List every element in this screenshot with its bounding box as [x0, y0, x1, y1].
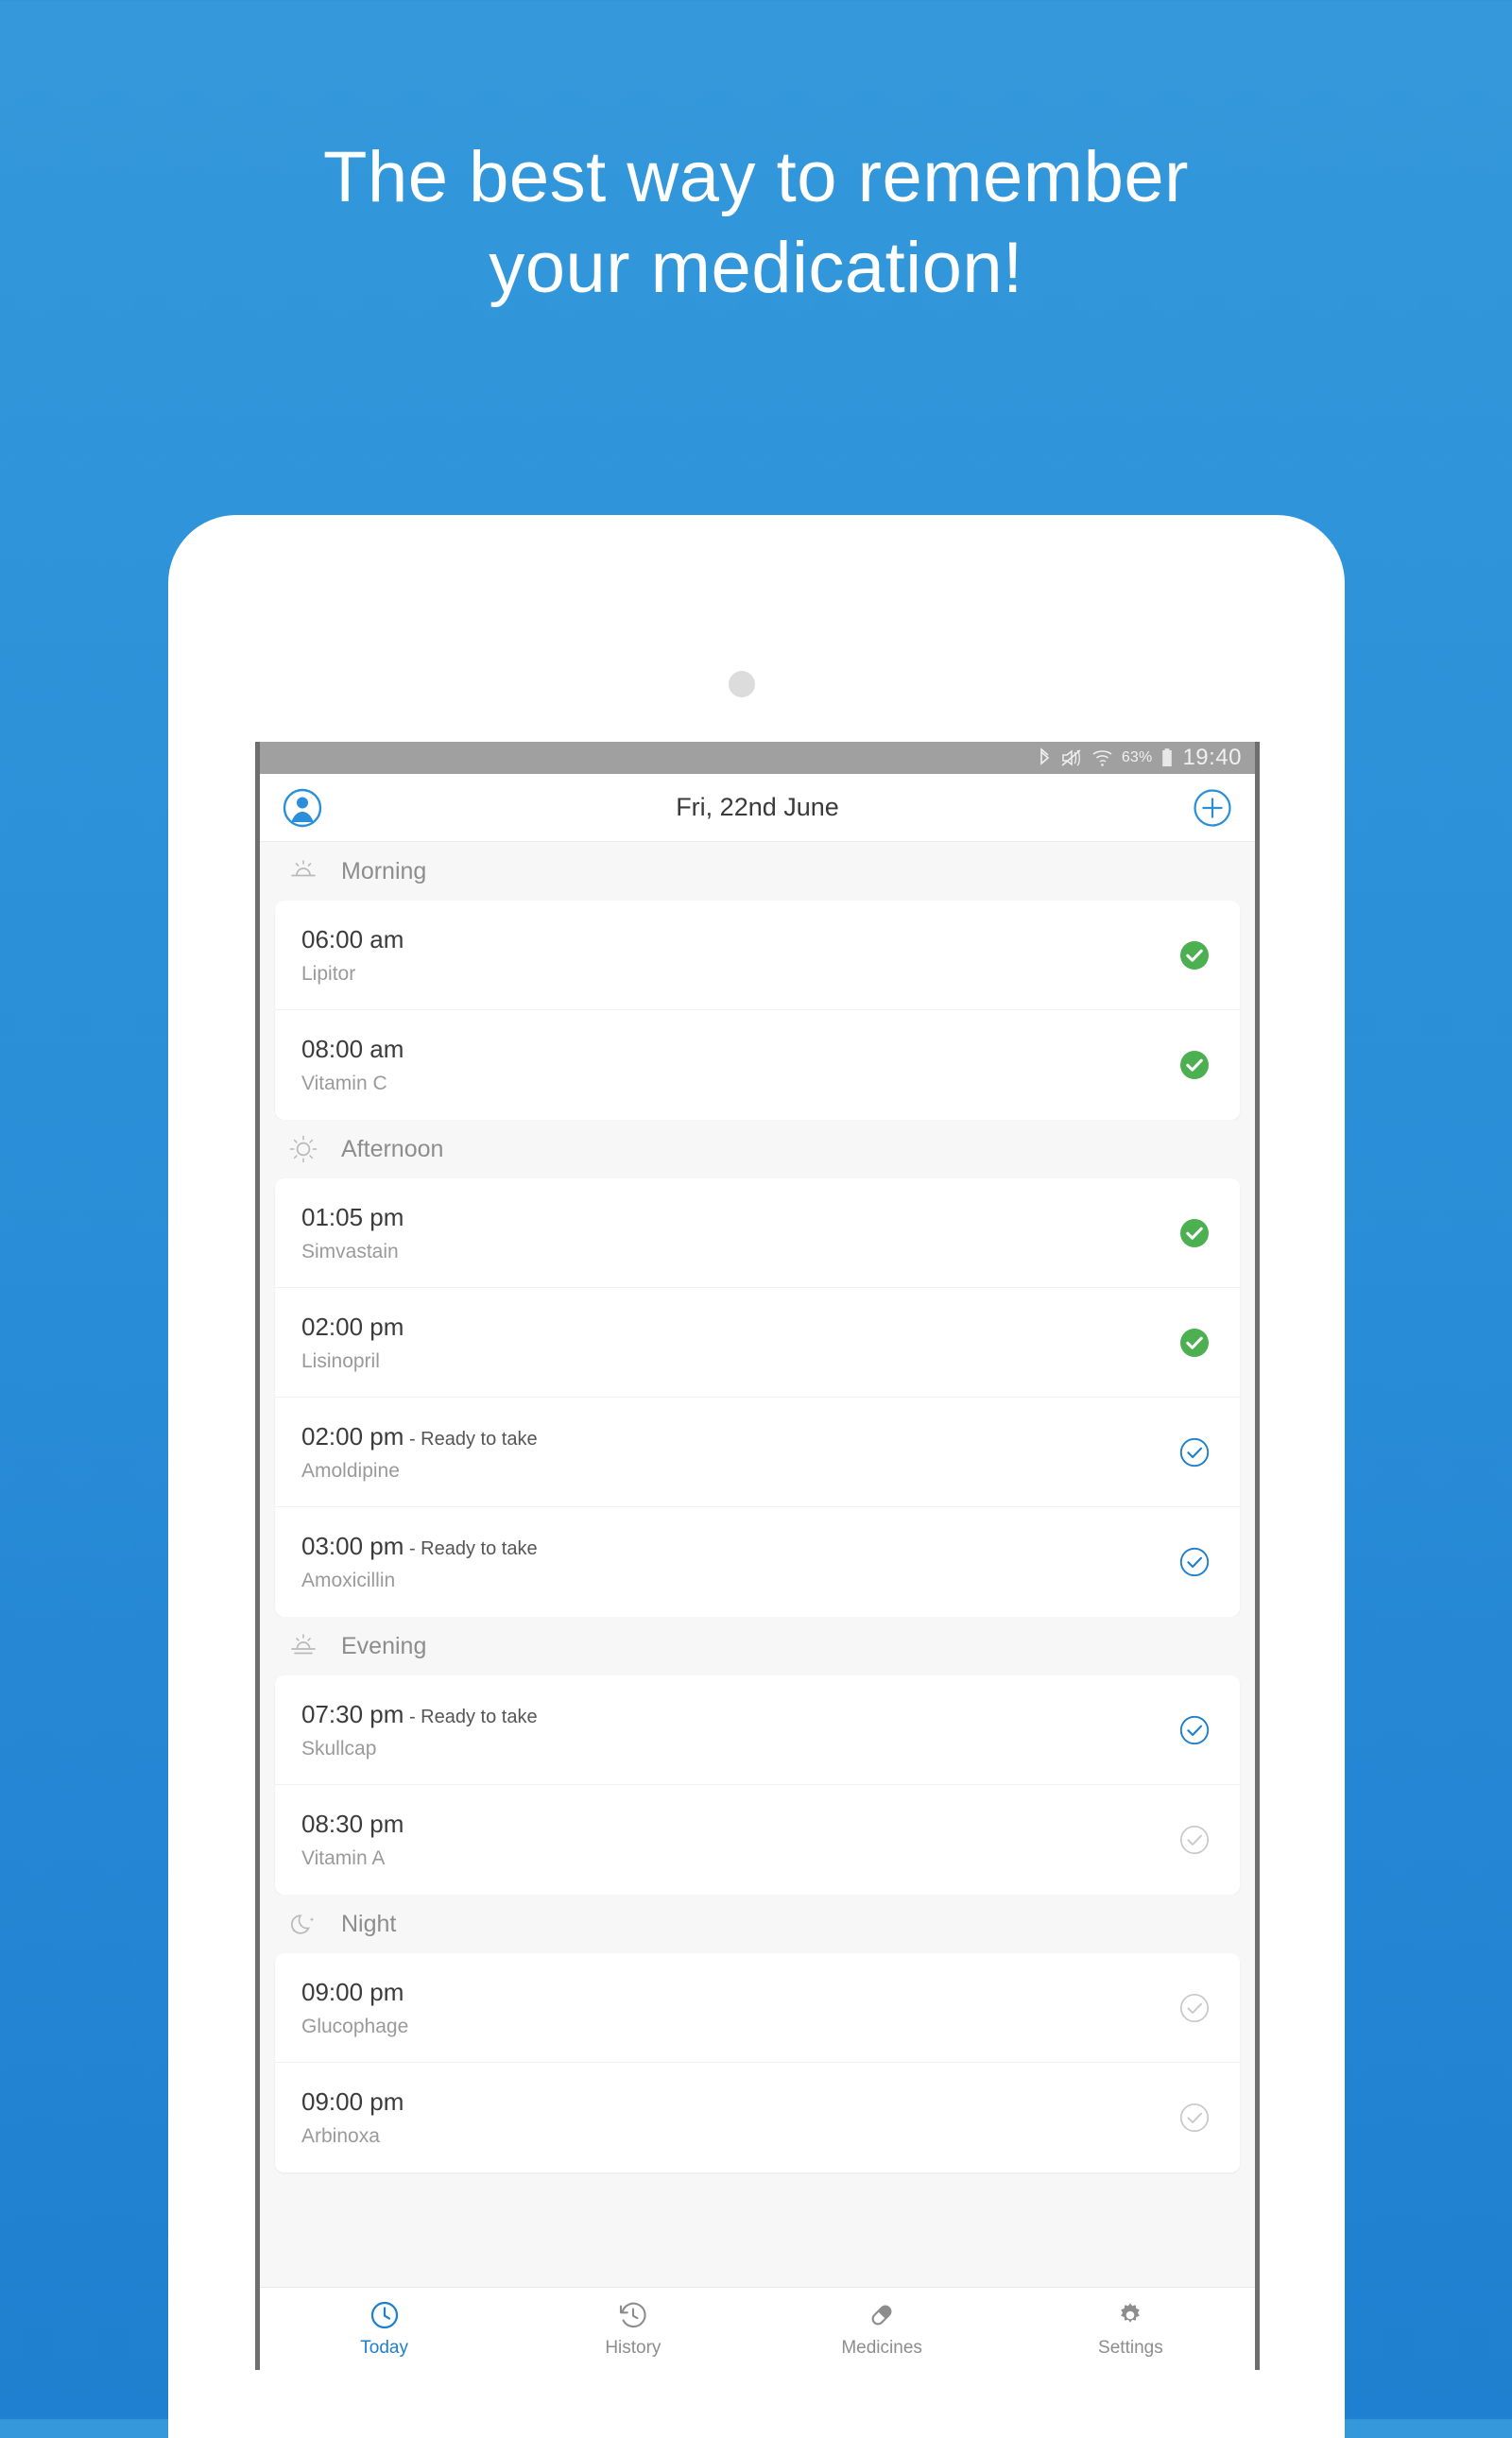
medication-status-suffix: - Ready to take — [404, 1428, 538, 1450]
medication-name: Skullcap — [301, 1737, 377, 1760]
medication-check-ready-icon[interactable] — [1176, 1434, 1213, 1471]
medication-row-texts: 03:00 pm - Ready to take Amoxicillin — [301, 1532, 538, 1592]
nav-item-history[interactable]: History — [508, 2299, 757, 2359]
nav-label: Today — [360, 2338, 408, 2358]
medication-row[interactable]: 08:00 am Vitamin C — [275, 1010, 1240, 1120]
medication-time: 08:00 am — [301, 1035, 404, 1063]
medication-row[interactable]: 09:00 pm Arbinoxa — [275, 2063, 1240, 2172]
medication-check-pending-icon[interactable] — [1176, 1989, 1213, 2027]
section-card: 09:00 pm Glucophage 09:00 pm Arbinoxa — [275, 1953, 1240, 2172]
medication-row-texts: 02:00 pm Lisinopril — [301, 1313, 404, 1373]
medication-check-taken-icon[interactable] — [1176, 1214, 1213, 1252]
plus-circle-icon[interactable] — [1191, 786, 1234, 830]
medication-check-taken-icon[interactable] — [1176, 1324, 1213, 1362]
section-header-evening: Evening — [260, 1617, 1255, 1675]
promo-headline: The best way to remember your medication… — [0, 132, 1512, 314]
medication-check-taken-icon[interactable] — [1176, 1046, 1213, 1084]
medication-row[interactable]: 08:30 pm Vitamin A — [275, 1785, 1240, 1895]
medication-name: Lisinopril — [301, 1349, 380, 1372]
medication-check-pending-icon[interactable] — [1176, 1821, 1213, 1859]
promo-line-1: The best way to remember — [323, 137, 1189, 217]
section-header-morning: Morning — [260, 842, 1255, 901]
nav-item-today[interactable]: Today — [260, 2299, 508, 2359]
medication-list[interactable]: Morning 06:00 am Lipitor 08:00 am Vitami… — [260, 842, 1255, 2287]
section-header-afternoon: Afternoon — [260, 1120, 1255, 1178]
section-header-night: Night — [260, 1895, 1255, 1953]
section-card: 07:30 pm - Ready to take Skullcap 08:30 … — [275, 1675, 1240, 1895]
nav-item-medicines[interactable]: Medicines — [758, 2299, 1006, 2359]
status-bar: 63% 19:40 — [260, 742, 1255, 774]
profile-avatar-icon[interactable] — [281, 786, 324, 830]
medication-row-texts: 09:00 pm Arbinoxa — [301, 2087, 404, 2148]
section-label: Morning — [341, 857, 427, 884]
medication-row[interactable]: 02:00 pm Lisinopril — [275, 1288, 1240, 1398]
section-label: Night — [341, 1910, 397, 1937]
section-label: Afternoon — [341, 1135, 444, 1162]
medication-time: 09:00 pm — [301, 1977, 404, 2006]
medication-check-taken-icon[interactable] — [1176, 936, 1213, 974]
medication-row-texts: 09:00 pm Glucophage — [301, 1978, 408, 2038]
medication-row-texts: 06:00 am Lipitor — [301, 925, 404, 986]
medication-name: Arbinoxa — [301, 2125, 380, 2147]
medication-name: Amoxicillin — [301, 1570, 396, 1591]
medication-row[interactable]: 09:00 pm Glucophage — [275, 1953, 1240, 2063]
phone-screen: 63% 19:40 Fri, 22nd June Morning 06:00 a… — [255, 742, 1260, 2370]
medication-row[interactable]: 06:00 am Lipitor — [275, 901, 1240, 1010]
medication-time: 07:30 pm - Ready to take — [301, 1699, 538, 1728]
medication-time: 09:00 pm — [301, 2087, 404, 2116]
medication-row-texts: 08:00 am Vitamin C — [301, 1035, 404, 1095]
promo-line-2: your medication! — [489, 227, 1023, 308]
medication-name: Simvastain — [301, 1240, 399, 1262]
sun-icon — [288, 1134, 318, 1164]
medication-row-texts: 08:30 pm Vitamin A — [301, 1810, 404, 1870]
battery-icon — [1160, 747, 1174, 768]
medication-row-texts: 02:00 pm - Ready to take Amoldipine — [301, 1422, 538, 1483]
section-card: 01:05 pm Simvastain 02:00 pm Lisinopril … — [275, 1178, 1240, 1617]
page-title: Fri, 22nd June — [676, 793, 839, 821]
battery-percent-label: 63% — [1121, 749, 1153, 765]
moon-icon — [288, 1909, 318, 1939]
medication-time: 06:00 am — [301, 924, 404, 953]
bluetooth-icon — [1038, 747, 1052, 768]
medication-name: Glucophage — [301, 2015, 409, 2037]
status-clock: 19:40 — [1182, 745, 1242, 770]
medication-check-ready-icon[interactable] — [1176, 1711, 1213, 1749]
medication-time: 02:00 pm - Ready to take — [301, 1421, 538, 1451]
nav-label: Settings — [1098, 2338, 1163, 2358]
medication-time: 08:30 pm — [301, 1810, 404, 1838]
nav-item-settings[interactable]: Settings — [1006, 2299, 1255, 2359]
clock-icon — [369, 2299, 401, 2331]
medication-name: Amoldipine — [301, 1459, 400, 1482]
wifi-icon — [1091, 747, 1113, 768]
medication-status-suffix: - Ready to take — [404, 1706, 538, 1727]
sunset-icon — [288, 1631, 318, 1661]
medication-name: Lipitor — [301, 962, 356, 985]
medication-row[interactable]: 07:30 pm - Ready to take Skullcap — [275, 1675, 1240, 1785]
medication-status-suffix: - Ready to take — [404, 1538, 538, 1559]
section-card: 06:00 am Lipitor 08:00 am Vitamin C — [275, 901, 1240, 1120]
medication-check-pending-icon[interactable] — [1176, 2099, 1213, 2137]
medication-time: 02:00 pm — [301, 1312, 404, 1341]
volume-mute-icon — [1060, 747, 1083, 768]
app-bar: Fri, 22nd June — [260, 774, 1255, 842]
medication-check-ready-icon[interactable] — [1176, 1543, 1213, 1581]
section-label: Evening — [341, 1632, 427, 1659]
medication-name: Vitamin C — [301, 1073, 387, 1094]
medication-row[interactable]: 03:00 pm - Ready to take Amoxicillin — [275, 1507, 1240, 1617]
bottom-navigation: Today History Medicines Settings — [260, 2287, 1255, 2370]
nav-label: History — [605, 2338, 662, 2358]
medication-row[interactable]: 02:00 pm - Ready to take Amoldipine — [275, 1398, 1240, 1507]
nav-label: Medicines — [841, 2338, 922, 2358]
medication-row[interactable]: 01:05 pm Simvastain — [275, 1178, 1240, 1288]
medication-name: Vitamin A — [301, 1847, 386, 1869]
pill-icon — [866, 2299, 898, 2331]
sunrise-icon — [288, 856, 318, 886]
front-camera-dot — [728, 671, 755, 697]
history-icon — [617, 2299, 649, 2331]
medication-time: 03:00 pm - Ready to take — [301, 1532, 538, 1560]
gear-icon — [1114, 2299, 1146, 2331]
medication-row-texts: 01:05 pm Simvastain — [301, 1203, 404, 1263]
medication-row-texts: 07:30 pm - Ready to take Skullcap — [301, 1700, 538, 1760]
medication-time: 01:05 pm — [301, 1202, 404, 1231]
